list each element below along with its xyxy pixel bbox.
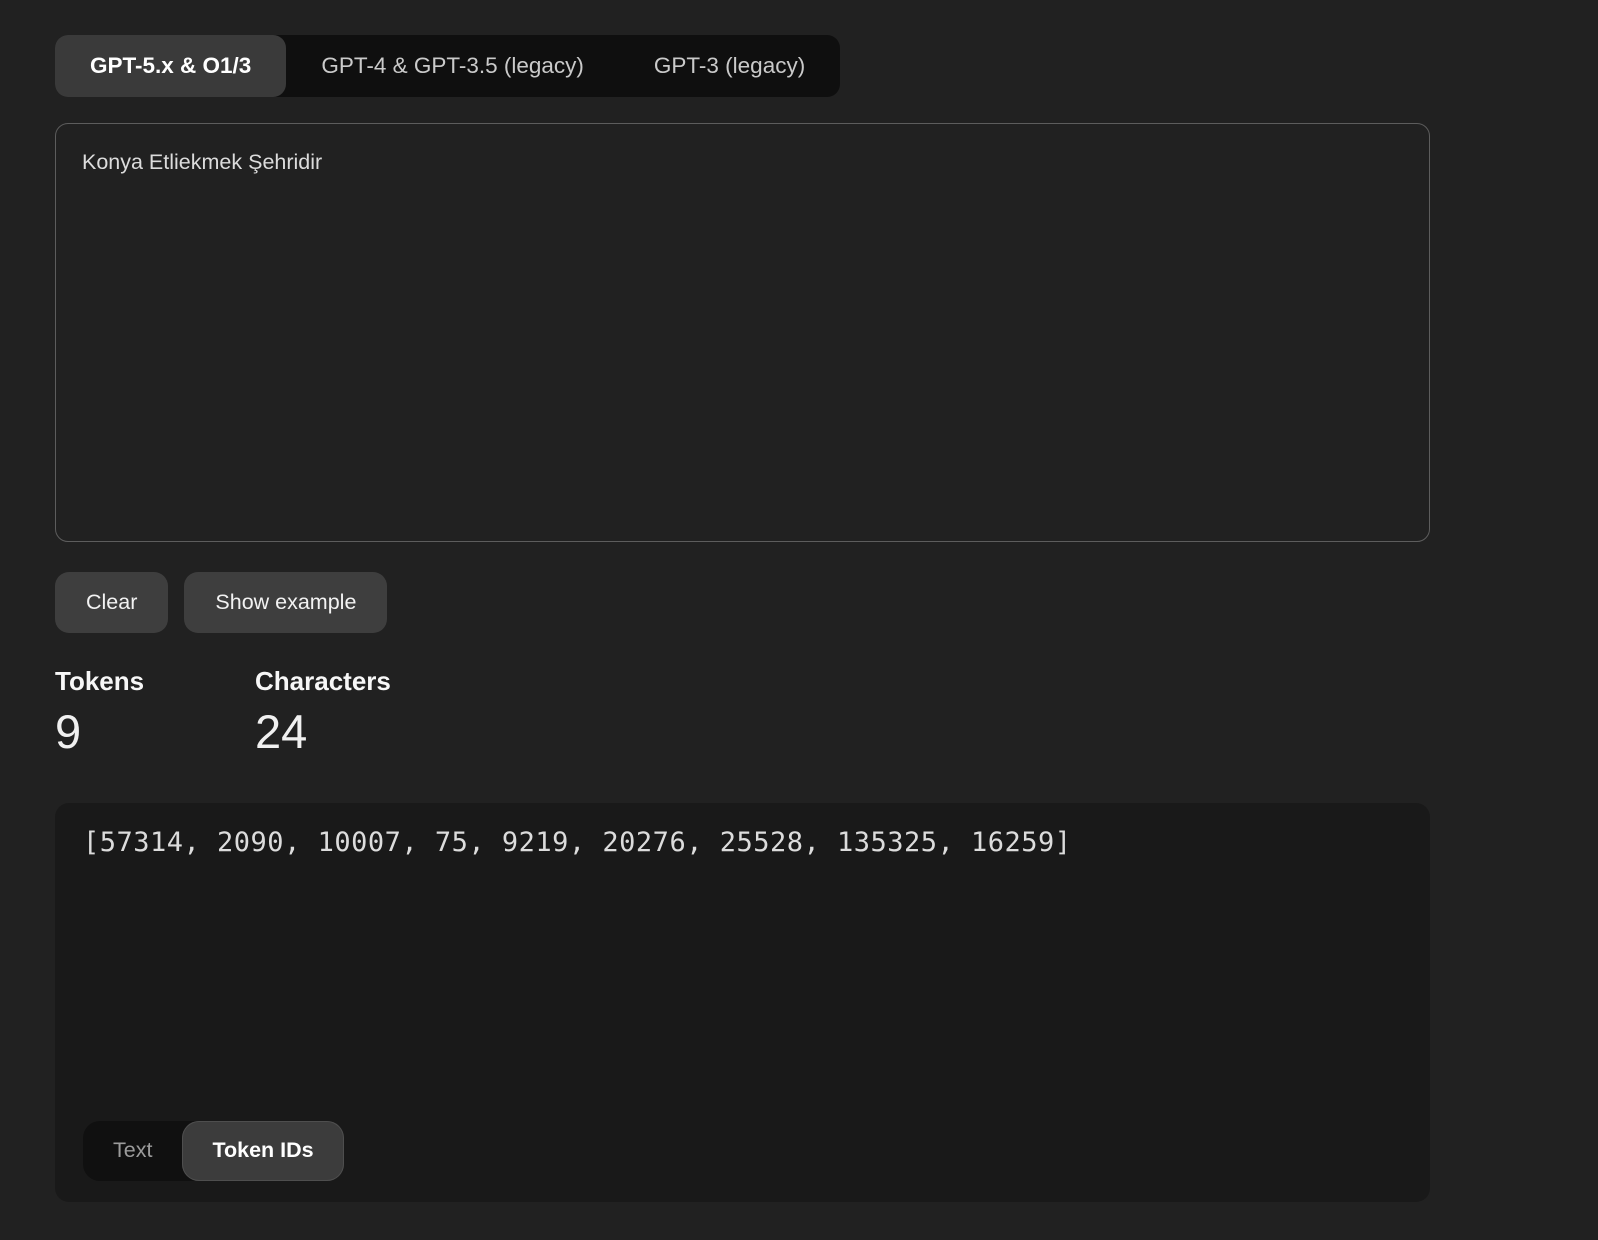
toggle-text-view[interactable]: Text <box>83 1121 182 1181</box>
characters-label: Characters <box>255 667 455 697</box>
model-tabbar: GPT-5.x & O1/3 GPT-4 & GPT-3.5 (legacy) … <box>55 35 840 97</box>
characters-stat: Characters 24 <box>255 667 455 758</box>
tab-gpt5x-o13[interactable]: GPT-5.x & O1/3 <box>55 35 286 97</box>
output-view-toggle: Text Token IDs <box>83 1121 344 1181</box>
clear-button[interactable]: Clear <box>55 572 168 633</box>
tokens-stat: Tokens 9 <box>55 667 255 758</box>
tokenizer-page: GPT-5.x & O1/3 GPT-4 & GPT-3.5 (legacy) … <box>0 0 1598 1202</box>
stats-row: Tokens 9 Characters 24 <box>55 667 1598 758</box>
token-ids-output: [57314, 2090, 10007, 75, 9219, 20276, 25… <box>83 827 1072 858</box>
tokens-value: 9 <box>55 706 255 758</box>
action-buttons: Clear Show example <box>55 572 1598 633</box>
show-example-button[interactable]: Show example <box>184 572 387 633</box>
tokens-label: Tokens <box>55 667 255 697</box>
tab-gpt3-legacy[interactable]: GPT-3 (legacy) <box>619 35 840 97</box>
toggle-token-ids-view[interactable]: Token IDs <box>182 1121 343 1181</box>
tab-gpt4-gpt35-legacy[interactable]: GPT-4 & GPT-3.5 (legacy) <box>286 35 619 97</box>
tokenizer-text-input[interactable]: Konya Etliekmek Şehridir <box>55 123 1430 542</box>
characters-value: 24 <box>255 706 455 758</box>
output-panel: [57314, 2090, 10007, 75, 9219, 20276, 25… <box>55 803 1430 1202</box>
